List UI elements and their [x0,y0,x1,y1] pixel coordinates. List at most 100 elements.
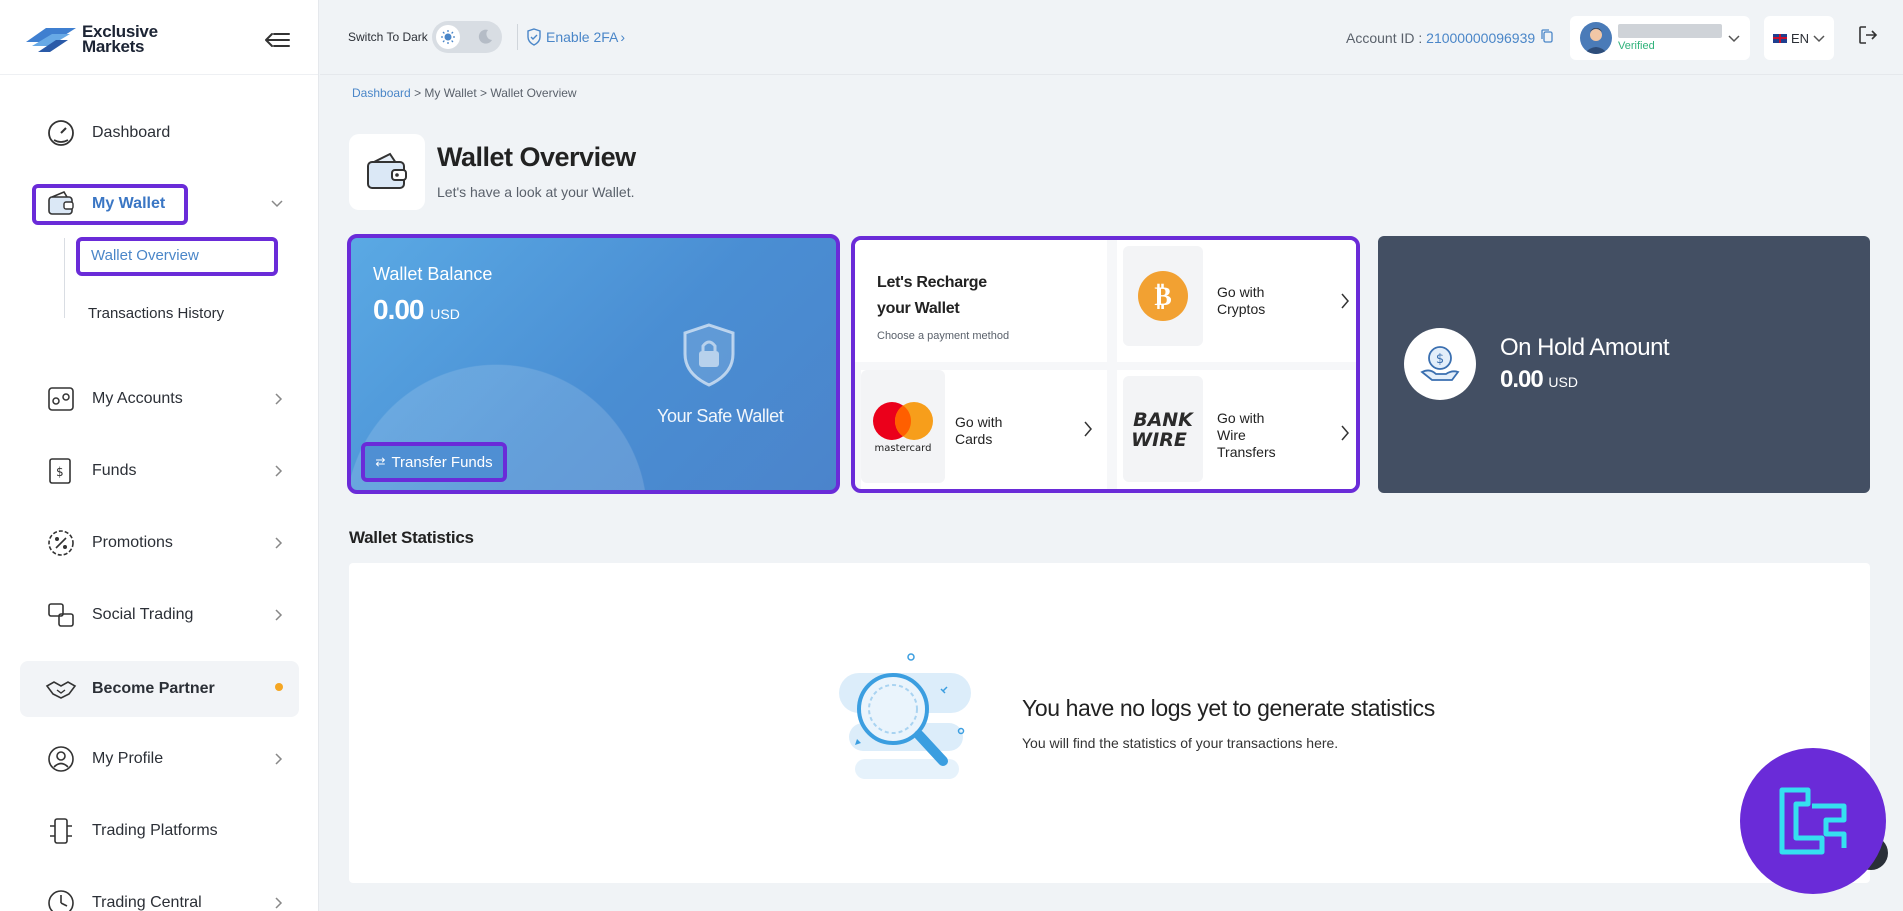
chevron-down-icon [271,200,283,208]
wallet-balance-card: Wallet Balance 0.00 USD Your Safe Wallet… [347,234,840,494]
magnifier-illustration-icon [839,653,971,779]
profile-icon [44,742,78,776]
cryptos-line1: Go with [1217,284,1265,300]
statistics-empty-title: You have no logs yet to generate statist… [1022,695,1435,721]
sidebar-item-label: Dashboard [92,124,171,141]
sidebar-item-become-partner[interactable]: Become Partner [20,661,299,717]
handshake-icon [44,672,78,706]
avatar [1580,22,1612,54]
chevron-right-icon [275,537,283,549]
social-trading-icon [44,598,78,632]
logout-icon[interactable] [1857,24,1879,46]
sidebar-item-label: Become Partner [92,680,215,697]
account-id: Account ID : 21000000096939 [1346,30,1535,46]
chevron-down-icon [1728,35,1740,43]
notification-dot [275,683,283,691]
chevron-down-icon [1813,35,1825,43]
wire-text: Go with Wire Transfers [1217,410,1276,461]
page-wallet-icon [349,134,425,210]
wire-line1: Go with [1217,410,1265,426]
statistics-empty-subtitle: You will find the statistics of your tra… [1022,735,1339,751]
on-hold-currency: USD [1548,374,1578,390]
sidebar: Exclusive Markets Dashboard My Wallet Wa… [0,0,319,911]
svg-text:₿: ₿ [1154,282,1171,312]
chevron-right-icon [1084,421,1092,437]
sidebar-item-promotions[interactable]: Promotions [20,517,299,569]
sidebar-subitem-transactions-history[interactable]: Transactions History [88,305,224,322]
sidebar-item-trading-central[interactable]: Trading Central [20,877,299,911]
page-subtitle: Let's have a look at your Wallet. [437,184,635,200]
breadcrumb-dashboard[interactable]: Dashboard [352,86,411,100]
recharge-hint: Choose a payment method [877,330,1010,342]
on-hold-title: On Hold Amount [1500,334,1670,361]
brand-name: Exclusive Markets [82,23,158,56]
chevron-right-icon [275,609,283,621]
collapse-sidebar-icon[interactable] [262,30,292,50]
verified-badge: Verified [1618,40,1655,52]
svg-text:$: $ [1436,352,1444,367]
sidebar-item-my-profile[interactable]: My Profile [20,733,299,785]
user-menu[interactable]: Verified [1570,16,1750,60]
cards-text: Go with Cards [955,414,1002,448]
recharge-wallet-card: Let's Recharge your Wallet Choose a paym… [851,236,1360,493]
account-id-label: Account ID : [1346,30,1423,46]
chevron-right-icon [275,465,283,477]
sidebar-item-funds[interactable]: $ Funds [20,445,299,497]
sidebar-item-label: Funds [92,462,137,479]
go-with-cryptos-option[interactable]: ₿ Go with Cryptos [1117,240,1356,362]
sidebar-item-label: Trading Central [92,894,202,911]
sidebar-item-my-accounts[interactable]: My Accounts [20,373,299,425]
user-name-redacted [1618,24,1722,38]
sun-icon [436,25,460,49]
cryptos-text: Go with Cryptos [1217,284,1265,318]
breadcrumb-current: Wallet Overview [490,86,577,100]
mastercard-icon: mastercard [861,370,945,483]
sidebar-item-trading-platforms[interactable]: Trading Platforms [20,805,299,857]
sidebar-item-label: My Profile [92,750,164,767]
sidebar-item-dashboard[interactable]: Dashboard [20,107,299,159]
uk-flag-icon [1772,33,1787,43]
breadcrumb: Dashboard > My Wallet > Wallet Overview [352,86,577,100]
go-with-wire-transfers-option[interactable]: BANK WIRE Go with Wire Transfers [1117,370,1356,489]
brand-name-line2: Markets [82,37,145,56]
sidebar-item-social-trading[interactable]: Social Trading [20,589,299,641]
trading-central-icon [44,886,78,911]
chevron-right-icon [1341,425,1349,441]
sidebar-subitem-label: Wallet Overview [91,247,199,264]
sidebar-item-label: Promotions [92,534,173,551]
recharge-title: Let's Recharge your Wallet [877,270,987,322]
promotions-icon [44,526,78,560]
lock-shield-icon [683,323,735,387]
transfer-funds-button[interactable]: ⇄ Transfer Funds [361,442,507,482]
cryptos-line2: Cryptos [1217,301,1266,317]
language-code: EN [1790,30,1810,46]
wallet-balance-amount: 0.00 USD [373,294,460,326]
wire-line3: Transfers [1217,444,1276,460]
on-hold-amount: 0.00 USD [1500,366,1578,394]
chevron-right-icon [1341,293,1349,309]
divider [517,24,518,50]
breadcrumb-separator: > [414,86,422,100]
on-hold-value: 0.00 [1500,366,1544,393]
recharge-title-line2: your Wallet [877,300,960,317]
go-with-cards-option[interactable]: mastercard Go with Cards [861,370,1107,489]
sidebar-subitem-wallet-overview[interactable]: Wallet Overview [76,237,278,276]
sidebar-item-label: My Accounts [92,390,183,407]
bank-wire-logo-line1: BANK [1133,409,1194,431]
wallet-balance-currency: USD [430,306,460,322]
dark-mode-toggle[interactable] [432,21,502,53]
language-selector[interactable]: EN [1764,16,1834,60]
copy-icon[interactable] [1540,28,1554,44]
enable-2fa-link[interactable]: Enable 2FA › [526,28,625,46]
wallet-statistics-panel: You have no logs yet to generate statist… [349,563,1870,883]
safe-wallet-text: Your Safe Wallet [657,406,784,426]
sidebar-item-label: Social Trading [92,606,194,623]
accounts-icon [44,382,78,416]
subnav-line [64,238,65,318]
sidebar-item-label: Trading Platforms [92,822,218,839]
moon-icon [478,29,492,44]
chevron-right-icon [275,753,283,765]
breadcrumb-my-wallet: My Wallet [424,86,477,100]
wallet-balance-title: Wallet Balance [373,264,493,284]
wire-line2: Wire [1217,427,1246,443]
